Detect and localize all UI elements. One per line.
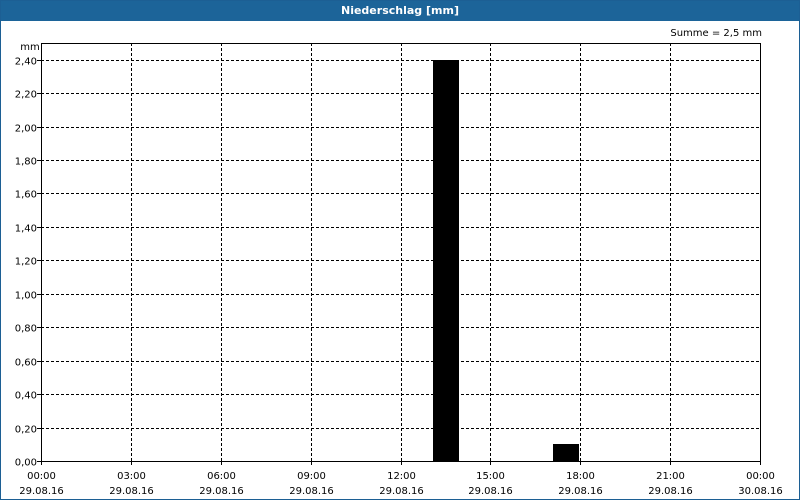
- y-tick-label: 0,60: [15, 358, 37, 369]
- y-tick-label: 0,80: [15, 324, 37, 335]
- y-tick-label: 1,60: [15, 190, 37, 201]
- y-tick-label: 2,20: [15, 90, 37, 101]
- y-tick-label: 1,40: [15, 224, 37, 235]
- x-tick-date-label: 29.08.16: [558, 486, 603, 497]
- x-tick-date-label: 30.08.16: [738, 486, 783, 497]
- precipitation-bar: [553, 444, 579, 461]
- y-tick-label: 1,80: [15, 157, 37, 168]
- y-axis-unit: mm: [20, 42, 39, 53]
- y-axis: 0,00 0,20 0,40 0,60 0,80 1,00 1,20 1,40 1,60 1,80…: [15, 57, 41, 469]
- precipitation-chart: Summe = 2,5 mm mm 0,00 0,20 0,40 0,60 0,80 1,…: [15, 28, 783, 497]
- y-tick-label: 1,20: [15, 257, 37, 268]
- x-tick-date-label: 29.08.16: [468, 486, 513, 497]
- x-tick-date-label: 29.08.16: [109, 486, 154, 497]
- y-tick-label: 0,00: [15, 458, 37, 469]
- x-tick-time-label: 06:00: [207, 471, 236, 482]
- x-tick-time-label: 12:00: [387, 471, 416, 482]
- x-tick-date-label: 29.08.16: [199, 486, 244, 497]
- x-tick-date-label: 29.08.16: [289, 486, 334, 497]
- precipitation-bar: [433, 60, 459, 461]
- x-axis: 00:00 29.08.16 03:00 29.08.16 06:00 29.08.16 0…: [19, 461, 783, 497]
- y-tick-label: 0,20: [15, 425, 37, 436]
- sum-label: Summe = 2,5 mm: [670, 28, 762, 39]
- grid-lines: [41, 43, 760, 461]
- x-tick-time-label: 21:00: [656, 471, 685, 482]
- x-tick-time-label: 15:00: [476, 471, 505, 482]
- y-tick-label: 1,00: [15, 291, 37, 302]
- y-tick-label: 0,40: [15, 391, 37, 402]
- x-tick-date-label: 29.08.16: [379, 486, 424, 497]
- x-tick-time-label: 09:00: [297, 471, 326, 482]
- y-tick-label: 2,40: [15, 57, 37, 68]
- x-tick-date-label: 29.08.16: [19, 486, 64, 497]
- y-tick-label: 2,00: [15, 124, 37, 135]
- x-tick-time-label: 00:00: [746, 471, 775, 482]
- x-tick-time-label: 18:00: [566, 471, 595, 482]
- x-tick-time-label: 00:00: [27, 471, 56, 482]
- x-tick-time-label: 03:00: [117, 471, 146, 482]
- x-tick-date-label: 29.08.16: [648, 486, 693, 497]
